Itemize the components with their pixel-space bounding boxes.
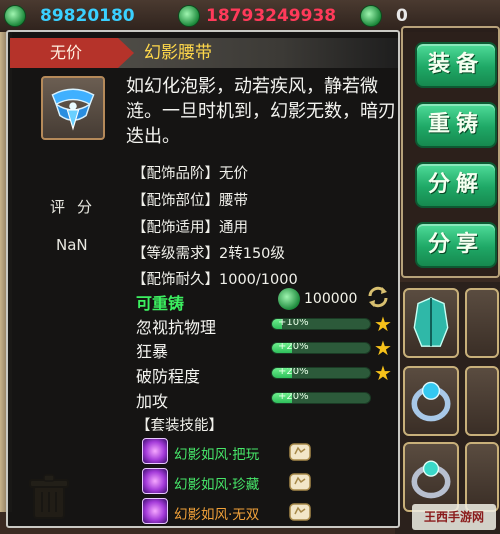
hand-icon[interactable] [288, 440, 312, 462]
ring-icon [411, 381, 451, 422]
reforge-cost: 100000 [304, 291, 358, 307]
stat-name: 狂暴 [136, 342, 169, 361]
stat-bonus: +20% [278, 342, 309, 352]
refresh-icon[interactable] [364, 284, 392, 310]
diamond-icon [4, 5, 26, 27]
star-icon[interactable]: ★ [374, 314, 392, 334]
inventory-grid [395, 282, 500, 534]
inventory-slot-armor[interactable] [403, 288, 459, 358]
attr-usage: 【配饰适用】通用 [132, 220, 248, 236]
armor-icon [413, 297, 449, 347]
score-label: 评分 [50, 198, 105, 216]
stat-name: 忽视抗物理 [136, 318, 217, 337]
set-skill-icon[interactable] [142, 468, 168, 494]
inventory-slot-partial-1[interactable] [465, 288, 499, 358]
share-button[interactable]: 分享 [415, 222, 497, 268]
jade-icon-2 [360, 5, 382, 27]
attr-durability: 【配饰耐久】1000/1000 [132, 272, 298, 288]
set-skill-name: 幻影如风·珍藏 [174, 477, 260, 493]
reforge-button[interactable]: 重铸 [415, 102, 497, 148]
equip-button[interactable]: 装备 [415, 42, 497, 88]
tooltip-title-bar: 无价 幻影腰带 [10, 38, 398, 68]
stat-bonus: +20% [278, 367, 309, 377]
inventory-slot-ring-1[interactable] [403, 366, 459, 436]
currency-3-value: 0 [396, 6, 408, 26]
set-skill-title: 【套装技能】 [136, 418, 223, 434]
set-skill-name: 幻影如风·无双 [174, 507, 260, 523]
inventory-slot-partial-3[interactable] [465, 442, 499, 512]
stat-bar: +20% [271, 342, 371, 354]
reforge-label: 可重铸 [136, 294, 185, 313]
ring-icon-2 [411, 460, 451, 499]
attr-grade: 【配饰品阶】无价 [132, 166, 248, 182]
stat-name: 破防程度 [136, 367, 201, 386]
belt-icon [41, 76, 105, 140]
inventory-slot-ring-2[interactable] [403, 442, 459, 512]
jade-cost-icon [278, 288, 300, 310]
set-skill-icon[interactable] [142, 438, 168, 464]
item-name: 幻影腰带 [144, 43, 212, 63]
stat-name: 加攻 [136, 392, 169, 411]
item-price-tag: 无价 [10, 38, 134, 68]
site-watermark: 王西手游网 [412, 504, 496, 530]
star-icon[interactable]: ★ [374, 338, 392, 358]
star-icon[interactable]: ★ [374, 363, 392, 383]
stat-bar: +10% [271, 318, 371, 330]
score-value: NaN [56, 236, 88, 254]
item-tooltip: 无价 幻影腰带 如幻化泡影，动若疾风，静若微涟。一旦时机到，幻影无数，暗刃迭出。… [6, 30, 400, 528]
hand-icon[interactable] [288, 470, 312, 492]
stat-bar: +20% [271, 367, 371, 379]
currency-1-value: 89820180 [40, 6, 135, 26]
currency-2-value: 18793249938 [206, 6, 337, 26]
inventory-slot-partial-2[interactable] [465, 366, 499, 436]
set-skill-icon[interactable] [142, 498, 168, 524]
decompose-button[interactable]: 分解 [415, 162, 497, 208]
stat-bonus: +20% [278, 392, 309, 402]
attr-level-req: 【等级需求】2转150级 [132, 246, 285, 262]
attr-slot: 【配饰部位】腰带 [132, 193, 248, 209]
stat-bonus: +10% [278, 318, 309, 328]
hand-icon[interactable] [288, 500, 312, 522]
item-description: 如幻化泡影，动若疾风，静若微涟。一旦时机到，幻影无数，暗刃迭出。 [126, 76, 396, 147]
stat-bar: +20% [271, 392, 371, 404]
jade-icon [178, 5, 200, 27]
set-skill-name: 幻影如风·把玩 [174, 447, 260, 463]
